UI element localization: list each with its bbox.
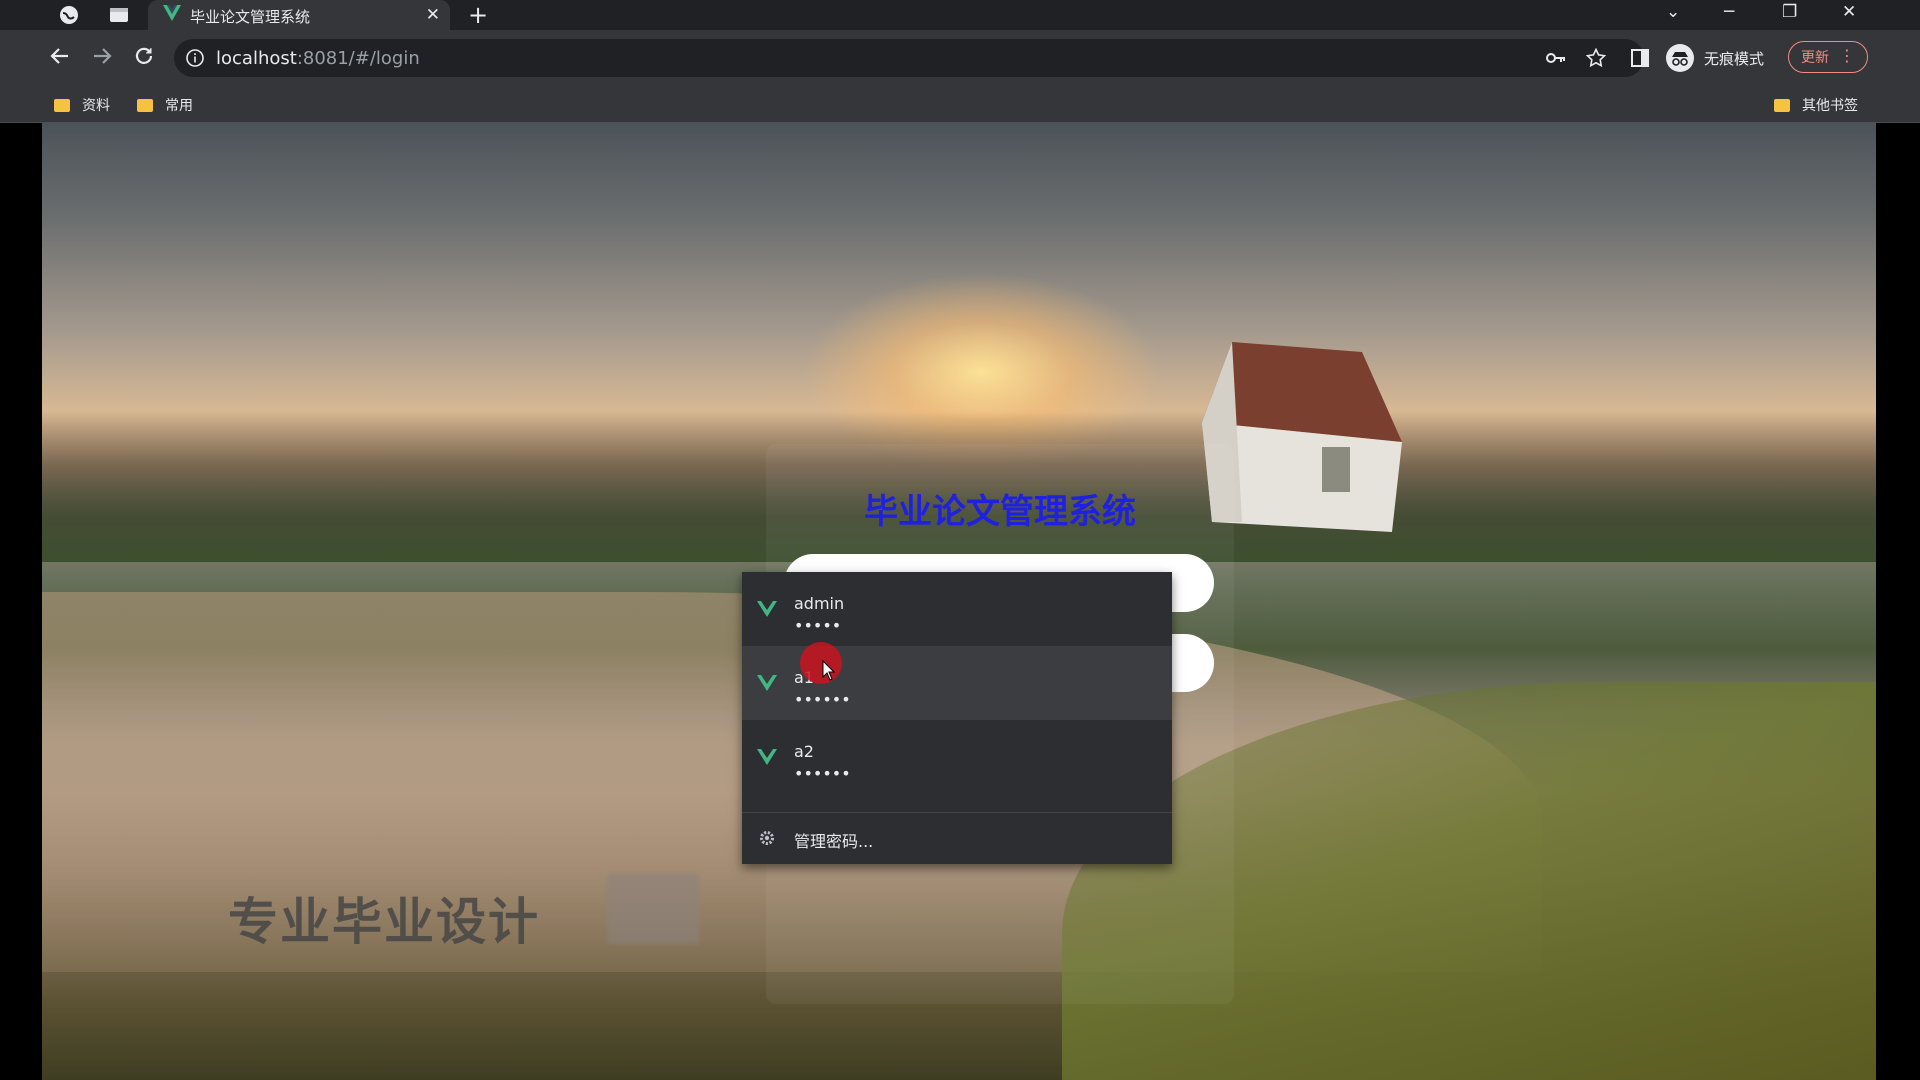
bookmark-folder-1[interactable]: 资料 — [54, 95, 110, 115]
update-button[interactable]: 更新 ⋮ — [1788, 41, 1868, 73]
bookmark-folder-2[interactable]: 常用 — [137, 95, 193, 115]
folder-icon — [1774, 98, 1790, 112]
browser-titlebar: 毕业论文管理系统 ✕ + ⌄ ─ ❐ ✕ — [0, 0, 1920, 30]
other-bookmarks-folder[interactable]: 其他书签 — [1774, 95, 1858, 115]
new-tab-button[interactable]: + — [468, 1, 488, 29]
restore-button[interactable]: ❐ — [1782, 2, 1797, 22]
minimize-button[interactable]: ─ — [1724, 2, 1734, 22]
vue-logo-icon — [756, 748, 778, 770]
folder-icon — [137, 98, 153, 112]
autofill-item[interactable]: admin ••••• — [742, 572, 1172, 646]
tab-title: 毕业论文管理系统 — [190, 8, 311, 26]
login-title: 毕业论文管理系统 — [864, 492, 1136, 532]
bookmarks-bar: 资料 常用 其他书签 — [0, 86, 1920, 123]
tab-search-icon[interactable] — [108, 4, 130, 26]
tab-close-icon[interactable]: ✕ — [426, 5, 440, 25]
folder-icon — [54, 98, 70, 112]
incognito-icon — [1666, 44, 1694, 72]
autofill-username: a2 — [794, 742, 814, 761]
other-bookmarks-label: 其他书签 — [1802, 98, 1858, 114]
manage-passwords-label: 管理密码... — [794, 832, 874, 851]
back-button[interactable] — [48, 44, 76, 72]
site-info-icon[interactable] — [186, 49, 204, 71]
autofill-password: •••••• — [794, 690, 851, 709]
autofill-username: admin — [794, 594, 845, 613]
tab-list-chevron-icon[interactable]: ⌄ — [1666, 2, 1680, 22]
tab-active[interactable]: 毕业论文管理系统 ✕ — [148, 0, 450, 30]
mouse-cursor-icon — [822, 660, 836, 681]
bookmark-label: 资料 — [82, 98, 110, 114]
bookmark-star-icon[interactable] — [1585, 47, 1607, 72]
url-host: localhost — [216, 48, 297, 69]
autofill-password: •••••• — [794, 764, 851, 783]
forward-button[interactable] — [90, 44, 118, 72]
gear-icon — [758, 829, 776, 851]
reload-button[interactable] — [132, 44, 160, 72]
side-panel-icon[interactable] — [1630, 48, 1650, 72]
manage-passwords-item[interactable]: 管理密码... — [742, 813, 1172, 864]
watermark-blur — [607, 874, 699, 944]
url-path: :8081/#/login — [296, 48, 420, 69]
password-key-icon[interactable] — [1546, 50, 1566, 69]
update-label: 更新 — [1801, 50, 1829, 66]
password-autofill-dropdown: admin ••••• a1 •••••• a2 •••••• 管理密码... — [742, 572, 1172, 864]
watermark-text: 专业毕业设计 — [228, 893, 540, 951]
address-bar[interactable]: localhost:8081/#/login — [174, 39, 1644, 77]
menu-dots-icon[interactable]: ⋮ — [1839, 47, 1855, 65]
close-window-button[interactable]: ✕ — [1842, 2, 1856, 22]
profile-globe-icon[interactable] — [58, 4, 80, 26]
autofill-item[interactable]: a2 •••••• — [742, 720, 1172, 794]
incognito-indicator[interactable]: 无痕模式 — [1666, 43, 1764, 73]
vue-logo-icon — [756, 674, 778, 696]
browser-toolbar: localhost:8081/#/login 无痕模式 更新 ⋮ — [0, 30, 1920, 86]
url-text[interactable]: localhost:8081/#/login — [216, 48, 420, 69]
bookmark-label: 常用 — [165, 98, 193, 114]
incognito-label: 无痕模式 — [1704, 49, 1765, 68]
vue-favicon-icon — [162, 3, 182, 25]
vue-logo-icon — [756, 600, 778, 622]
autofill-password: ••••• — [794, 616, 842, 635]
